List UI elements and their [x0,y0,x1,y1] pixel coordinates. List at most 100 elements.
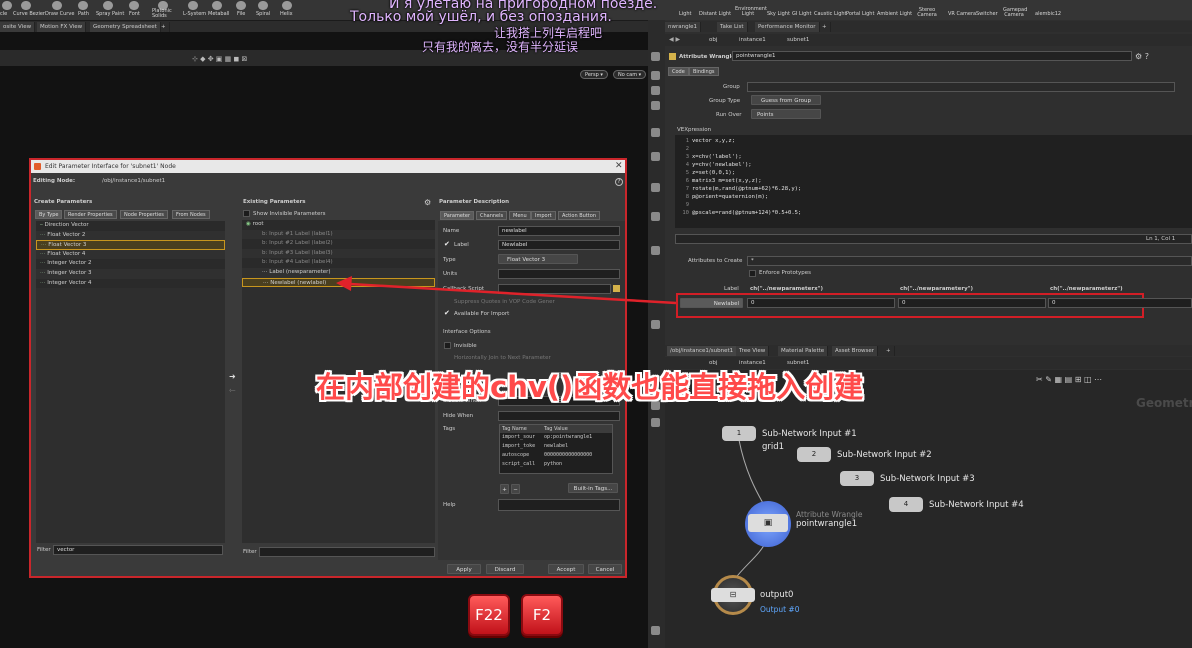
list-item-selected[interactable]: ⋯ Float Vector 3 [36,240,225,250]
list-item[interactable]: ⋯ Integer Vector 3 [36,268,225,279]
group-field[interactable] [747,82,1175,92]
tab-asset-browser[interactable]: Asset Browser [832,346,879,356]
tab-network[interactable]: /obj/instance1/subnet1 [667,346,738,356]
grid-tool-icon[interactable] [651,320,660,329]
filter-input[interactable] [259,547,435,557]
list-item[interactable]: ⋯ Float Vector 2 [36,230,225,241]
list-item[interactable]: ⋯ Float Vector 4 [36,249,225,260]
tab-parameter[interactable]: Parameter [440,211,475,220]
more-tool-icon[interactable] [651,626,660,635]
tree-item[interactable]: b: Input #4 Label (label4) [242,258,435,268]
select-tool-icon[interactable] [651,52,660,61]
tree-item[interactable]: b: Input #1 Label (label1) [242,229,435,240]
tab-action-button[interactable]: Action Button [558,211,600,220]
table-row[interactable]: script_call python [500,460,612,469]
help-icon[interactable]: ? [615,178,623,186]
shelf-item[interactable]: cle [0,11,7,17]
wrangle-node-icon[interactable]: ▣ [748,514,788,532]
help-field[interactable] [498,499,620,511]
scale-tool-icon[interactable] [651,101,660,110]
gear-icon[interactable]: ⚙ ? [1135,52,1149,61]
tab-channels[interactable]: Channels [476,211,508,220]
tab-import[interactable]: Import [531,211,556,220]
shelf-item[interactable]: Helix [280,11,293,17]
tab-by-type[interactable]: By Type [35,210,63,219]
shelf-item[interactable]: Switcher [976,11,998,17]
camera-tool-icon[interactable] [651,183,660,192]
enforce-prototypes-checkbox[interactable] [749,270,756,277]
subnet-input-node-3[interactable]: 3 [840,471,874,486]
file-icon[interactable] [236,1,246,10]
helix-icon[interactable] [282,1,292,10]
hide-when-field[interactable] [498,411,620,421]
builtin-tags-button[interactable]: Built-in Tags... [568,483,618,493]
cancel-button[interactable]: Cancel [588,564,622,574]
draw-curve-icon[interactable] [52,1,62,10]
table-row[interactable]: import_sour op:pointwrangle1 [500,433,612,442]
tab-motion-fx-view[interactable]: Motion FX View [37,22,87,32]
shelf-item[interactable]: alembic12 [1035,11,1061,17]
shelf-item[interactable]: Font [129,11,140,17]
shelf-item[interactable]: Curve Bezier [13,11,45,17]
table-row[interactable]: autoscope 0000000000000000 [500,451,612,460]
font-icon[interactable] [129,1,139,10]
add-tab-button[interactable]: + [883,346,895,356]
run-over-dropdown[interactable]: Points [751,109,821,119]
subnet-input-node-4[interactable]: 4 [889,497,923,512]
curve-bezier-icon[interactable] [21,1,31,10]
add-tab-button[interactable]: + [819,22,831,32]
newlabel-button[interactable]: Newlabel [680,298,743,308]
gear-icon[interactable]: ⚙ [424,198,431,207]
handle-tool-icon[interactable] [651,128,660,137]
path-instance[interactable]: instance1 [739,37,766,43]
shelf-item[interactable]: VR Camera [948,11,976,17]
show-invisible-checkbox[interactable] [243,210,250,217]
view-tool-icon[interactable]: ⊹ ◆ ✥ ▣ ▦ ◼ ⊠ [192,55,247,63]
shelf-item[interactable]: Spiral [256,11,270,17]
display-tool-icon[interactable] [651,212,660,221]
circle-tool-icon[interactable] [2,1,12,10]
shelf-item[interactable]: Environment Light [735,7,767,17]
node-name-field[interactable]: pointwrangle1 [732,51,1132,61]
tab-render-properties[interactable]: Render Properties [64,210,117,219]
shelf-item[interactable]: Platonic Solids [152,9,176,19]
shelf-item[interactable]: Sky Light [767,11,790,17]
remove-parameter-arrow-icon[interactable]: ⇽ [229,386,236,395]
list-item[interactable]: ⋯ Integer Vector 2 [36,259,225,269]
shelf-item[interactable]: Stereo Camera [917,8,937,18]
spray-paint-icon[interactable] [103,1,113,10]
tab-geometry-spreadsheet[interactable]: Geometry Spreadsheet [90,22,161,32]
output-node-icon[interactable]: ⊟ [711,588,755,602]
label-param-value-y[interactable]: ch("../newparametery") [900,286,973,292]
spiral-icon[interactable] [258,1,268,10]
shelf-item[interactable]: Light [679,11,691,17]
tab-from-nodes[interactable]: From Nodes [172,210,210,219]
remove-tag-button[interactable]: − [511,484,520,494]
path-subnet[interactable]: subnet1 [787,37,809,43]
vex-code-editor[interactable]: 1 vector x,y,z; 2 3 x=chv('label'); 4 y=chv… [675,135,1192,228]
l-system-icon[interactable] [188,1,198,10]
back-icon[interactable]: ◀ ▶ [669,36,680,43]
shelf-item[interactable]: Metaball [208,11,229,17]
callback-field[interactable] [498,284,611,294]
camera-menu[interactable]: No cam ▾ [613,70,647,79]
list-item[interactable]: ⎯ Direction Vector [36,221,225,231]
tree-root[interactable]: ◉ root [242,220,435,230]
light-tool-icon[interactable] [651,152,660,161]
tab-code[interactable]: Code [668,67,689,76]
newlabel-z-field[interactable]: 0 [1048,298,1192,308]
add-parameter-arrow-icon[interactable]: ➜ [229,372,236,381]
shelf-item[interactable]: Caustic Light [814,11,847,17]
shelf-item[interactable]: GI Light [792,11,811,17]
shelf-item[interactable]: Gamepad Camera [1003,8,1027,18]
move-tool-icon[interactable] [651,71,660,80]
name-field[interactable]: newlabel [498,226,620,236]
tab-node-properties[interactable]: Node Properties [120,210,168,219]
attributes-to-create-field[interactable]: * [747,256,1192,266]
script-icon[interactable] [613,285,620,292]
type-dropdown[interactable]: Float Vector 3 [498,254,578,264]
shelf-item[interactable]: Path [78,11,89,17]
available-checkbox-checked-icon[interactable]: ✔ [444,309,450,317]
label-checkbox-checked-icon[interactable]: ✔ [444,240,450,248]
persp-menu[interactable]: Persp ▾ [580,70,608,79]
